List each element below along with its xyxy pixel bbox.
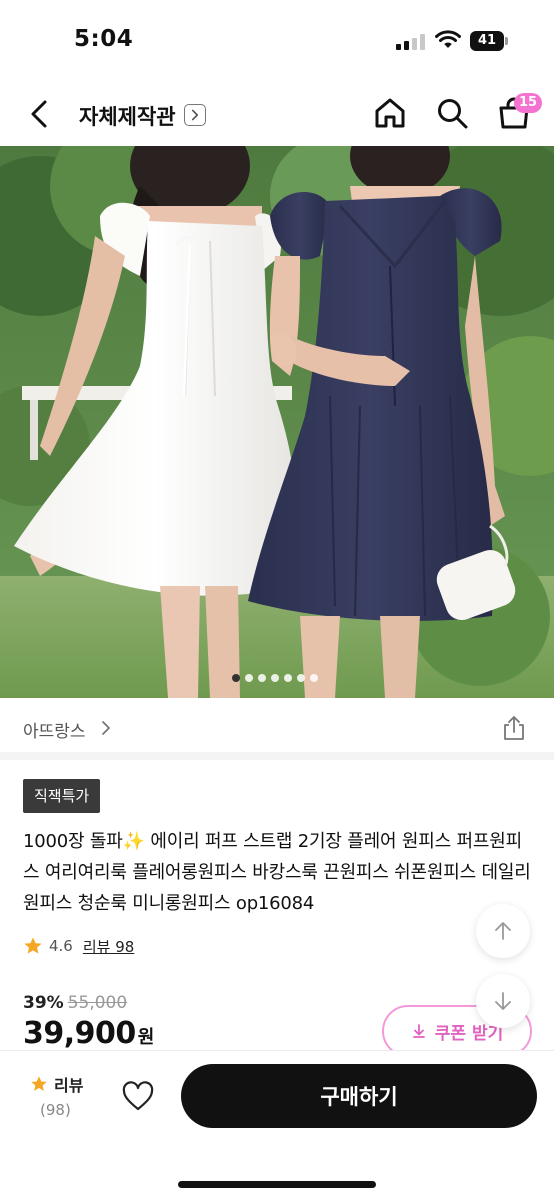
chevron-right-icon[interactable]: [100, 720, 112, 736]
carousel-dot[interactable]: [297, 674, 305, 682]
bottom-action-bar: 리뷰 (98) 구매하기: [0, 1050, 554, 1200]
heart-icon[interactable]: [120, 1079, 156, 1115]
brand-name-link[interactable]: 아뜨랑스: [23, 717, 86, 742]
battery-icon: 41: [470, 31, 508, 51]
promo-tag: 직잭특가: [23, 779, 101, 813]
rating-value: 4.6: [49, 937, 73, 955]
status-time: 5:04: [74, 26, 134, 52]
status-bar: 5:04 41: [0, 0, 554, 84]
currency-unit: 원: [137, 1027, 155, 1048]
cellular-signal-icon: [396, 34, 426, 50]
carousel-dot[interactable]: [271, 674, 279, 682]
review-count[interactable]: (98): [40, 1101, 71, 1119]
product-image-carousel[interactable]: [0, 146, 554, 698]
star-icon: [24, 937, 42, 954]
carousel-dot[interactable]: [245, 674, 253, 682]
arrow-up-icon: [495, 922, 511, 940]
scroll-bottom-button[interactable]: [476, 974, 530, 1028]
cart-count-badge: 15: [514, 93, 543, 113]
carousel-dot[interactable]: [284, 674, 292, 682]
wifi-icon: [435, 30, 461, 48]
home-icon[interactable]: [372, 95, 408, 131]
home-indicator: [178, 1181, 376, 1188]
discount-rate: 39%: [23, 993, 64, 1013]
arrow-down-icon: [495, 992, 511, 1010]
carousel-dot[interactable]: [310, 674, 318, 682]
buy-button[interactable]: 구매하기: [181, 1064, 537, 1128]
battery-level: 41: [470, 31, 504, 51]
search-icon[interactable]: [434, 95, 470, 131]
sale-price: 39,900: [23, 1016, 136, 1051]
download-icon: [412, 1024, 425, 1038]
store-title[interactable]: 자체제작관: [79, 101, 176, 131]
original-price: 55,000: [67, 993, 128, 1013]
top-navigation: 자체제작관: [0, 84, 554, 146]
carousel-dot[interactable]: [258, 674, 266, 682]
carousel-indicator: [232, 674, 318, 684]
share-icon[interactable]: [500, 714, 528, 742]
star-icon: [31, 1076, 47, 1091]
chevron-left-icon[interactable]: [22, 96, 58, 132]
rating-row: 4.6 리뷰 98: [23, 935, 134, 957]
brand-row: 아뜨랑스: [0, 698, 554, 760]
review-count-link[interactable]: 리뷰 98: [83, 936, 134, 957]
product-title: 1000장 돌파✨ 에이리 퍼프 스트랩 2기장 플레어 원피스 퍼프원피스 여…: [23, 831, 531, 914]
discount-row: 39% 55,000: [23, 993, 127, 1013]
scroll-top-button[interactable]: [476, 904, 530, 958]
chevron-right-icon[interactable]: [184, 104, 206, 126]
review-button-label[interactable]: 리뷰: [54, 1072, 83, 1096]
carousel-dot[interactable]: [232, 674, 240, 682]
price-row: 39,900 원: [23, 1016, 154, 1051]
product-photo: [0, 146, 554, 698]
